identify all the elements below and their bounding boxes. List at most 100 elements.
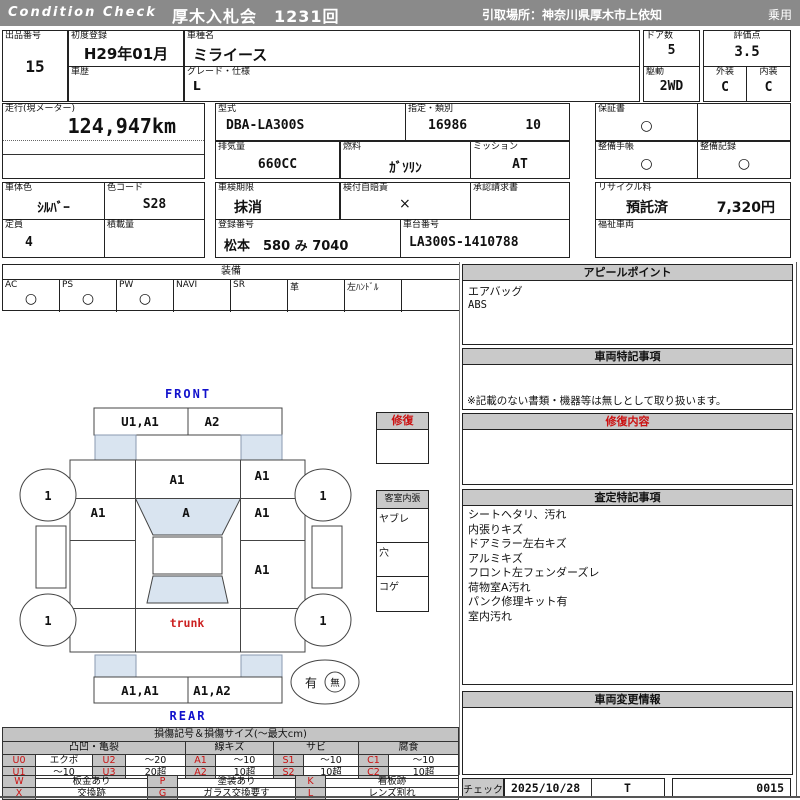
drive-label: 駆動 <box>646 68 664 78</box>
equipment-table: 装備 AC○ PS○ PW○ NAVI SR 革 左ﾊﾝﾄﾞﾙ <box>2 264 460 311</box>
appeal-points-section: アピールポイント エアバッグ ABS <box>462 264 793 345</box>
score-cell: 評価点 3.5 <box>703 30 791 67</box>
odometer-divider-dotted <box>3 140 204 141</box>
capacity-label: 定員 <box>5 221 23 231</box>
check-number: 0015 <box>756 781 784 795</box>
chassis-number-value: LA300S-1410788 <box>409 235 569 250</box>
appeal-line: ABS <box>468 299 787 311</box>
legend-code: W <box>3 776 36 788</box>
warranty-cell: 保証書 ○ <box>595 103 698 141</box>
displacement-label: 排気量 <box>218 143 245 153</box>
legend-group-dent: 凸凹・亀裂 <box>3 742 186 755</box>
class-number-value1: 16986 <box>428 118 569 133</box>
equipment-label: AC <box>5 280 17 290</box>
auction-title: 厚木入札会 1231回 <box>172 3 340 27</box>
body-color-cell: 車体色 ｼﾙﾊﾞｰ <box>2 182 105 220</box>
transmission-cell: ミッション AT <box>470 141 570 179</box>
equipment-label: NAVI <box>176 280 197 290</box>
equipment-label: PW <box>119 280 133 290</box>
chassis-number-label: 車台番号 <box>403 221 439 231</box>
cabin-interior-row-hole: 穴 <box>377 543 428 577</box>
damage-legend-table: 損傷記号＆損傷サイズ(～最大cm) 凸凹・亀裂 線キズ サビ 腐食 U0 エクボ… <box>2 727 459 779</box>
cabin-interior-row-tear: ヤブレ <box>377 509 428 543</box>
left-side-strip <box>36 526 66 588</box>
check-date-box: 2025/10/28 T <box>504 778 665 797</box>
exterior-grade-cell: 外装 C <box>703 66 747 102</box>
assessment-notes-section: 査定特記事項 シートヘタリ、汚れ 内張りキズ ドアミラー左右キズ アルミキズ フ… <box>462 489 793 685</box>
grade-value: L <box>193 79 639 93</box>
left-front-door-mark: A1 <box>90 505 105 520</box>
assessment-line: 内張りキズ <box>468 523 787 538</box>
class-number-label: 指定・類別 <box>408 105 453 115</box>
grade-label: グレード・仕様 <box>187 68 250 78</box>
model-code-cell: 型式 DBA-LA300S <box>215 103 406 141</box>
assessment-line: 室内汚れ <box>468 610 787 625</box>
presence-yes-label: 有 <box>305 676 317 690</box>
model-name-label: 車種名 <box>187 32 214 42</box>
repair-flag-box: 修復 <box>376 412 429 464</box>
equipment-label: PS <box>62 280 73 290</box>
insurance-label: 検付自賠責 <box>343 184 388 194</box>
check-number-box: 0015 <box>672 778 791 797</box>
odometer-cell: 走行(現メーター) 124,947km <box>2 103 205 179</box>
maintenance-record-label: 整備記録 <box>700 143 736 153</box>
change-info-section: 車両変更情報 <box>462 691 793 775</box>
transmission-value: AT <box>471 157 569 172</box>
first-registration-label: 初度登録 <box>71 32 107 42</box>
maintenance-book-cell: 整備手帳 ○ <box>595 141 698 179</box>
legend-code: U0 <box>3 755 36 767</box>
assessment-line: 荷物室A汚れ <box>468 581 787 596</box>
registration-number-value: 松本 580 み 7040 <box>224 235 400 254</box>
approval-request-cell: 承認請求書 <box>470 182 570 220</box>
vehicle-notes-disclaimer: ※記載のない書類・機器等は無しとして取り扱います。 <box>467 393 726 408</box>
rear-right-pillar-shade <box>241 655 282 677</box>
odometer-label: 走行(現メーター) <box>5 105 75 115</box>
interior-grade-value: C <box>747 80 790 95</box>
equipment-cell-ps: PS○ <box>60 280 117 312</box>
lot-number-value: 15 <box>3 57 67 76</box>
assessment-line: パンク修理キット有 <box>468 595 787 610</box>
equipment-cell-lhd: 左ﾊﾝﾄﾞﾙ <box>345 280 402 312</box>
color-code-label: 色コード <box>107 184 143 194</box>
insurance-cell: 検付自賠責 × <box>340 182 471 220</box>
recycle-fee-label: リサイクル料 <box>598 184 652 194</box>
legend-code: C1 <box>359 755 389 767</box>
fuel-label: 燃料 <box>343 143 361 153</box>
inspection-expiry-value: 抹消 <box>234 197 339 217</box>
equipment-label: SR <box>233 280 245 290</box>
check-date: 2025/10/28 <box>511 781 580 795</box>
maintenance-record-mark: ○ <box>698 156 790 172</box>
right-front-fender-mark: A1 <box>254 468 269 483</box>
warranty-label: 保証書 <box>598 105 625 115</box>
check-inspector-code: T <box>591 781 664 795</box>
body-color-value: ｼﾙﾊﾞｰ <box>3 197 104 216</box>
repair-detail-title: 修復内容 <box>463 414 792 430</box>
equipment-mark: ○ <box>117 291 173 307</box>
rear-label: REAR <box>170 709 207 723</box>
history-label: 車歴 <box>71 68 89 78</box>
pickup-location: 引取場所：神奈川県厚木市上依知 <box>482 6 662 23</box>
roof-shape <box>153 537 222 574</box>
capacity-cell: 定員 4 <box>2 219 105 258</box>
repair-detail-section: 修復内容 <box>462 413 793 485</box>
model-name-value: ミライース <box>193 44 639 65</box>
rear-window-shape <box>147 576 228 603</box>
front-label: FRONT <box>165 387 211 401</box>
warranty-blank-cell <box>697 103 791 141</box>
recycle-fee-value: 7,320円 <box>717 197 775 217</box>
bottom-border-line <box>0 796 800 798</box>
displacement-value: 660CC <box>216 157 339 172</box>
equipment-label: 革 <box>290 280 299 293</box>
assessment-line: フロント左フェンダーズレ <box>468 566 787 581</box>
welfare-vehicle-label: 福祉車両 <box>598 221 634 231</box>
front-right-wheel-mark: 1 <box>319 489 326 503</box>
change-info-title: 車両変更情報 <box>463 692 792 708</box>
rear-bumper-right-mark: A1,A2 <box>193 683 231 698</box>
interior-grade-cell: 内装 C <box>746 66 791 102</box>
assessment-notes-title: 査定特記事項 <box>463 490 792 506</box>
front-bumper-left-mark: U1,A1 <box>121 414 159 429</box>
grade-cell: グレード・仕様 L <box>184 66 640 102</box>
vehicle-notes-body: ※記載のない書類・機器等は無しとして取り扱います。 <box>463 365 792 410</box>
legend-value: ～10 <box>304 755 359 767</box>
capacity-value: 4 <box>25 235 104 250</box>
